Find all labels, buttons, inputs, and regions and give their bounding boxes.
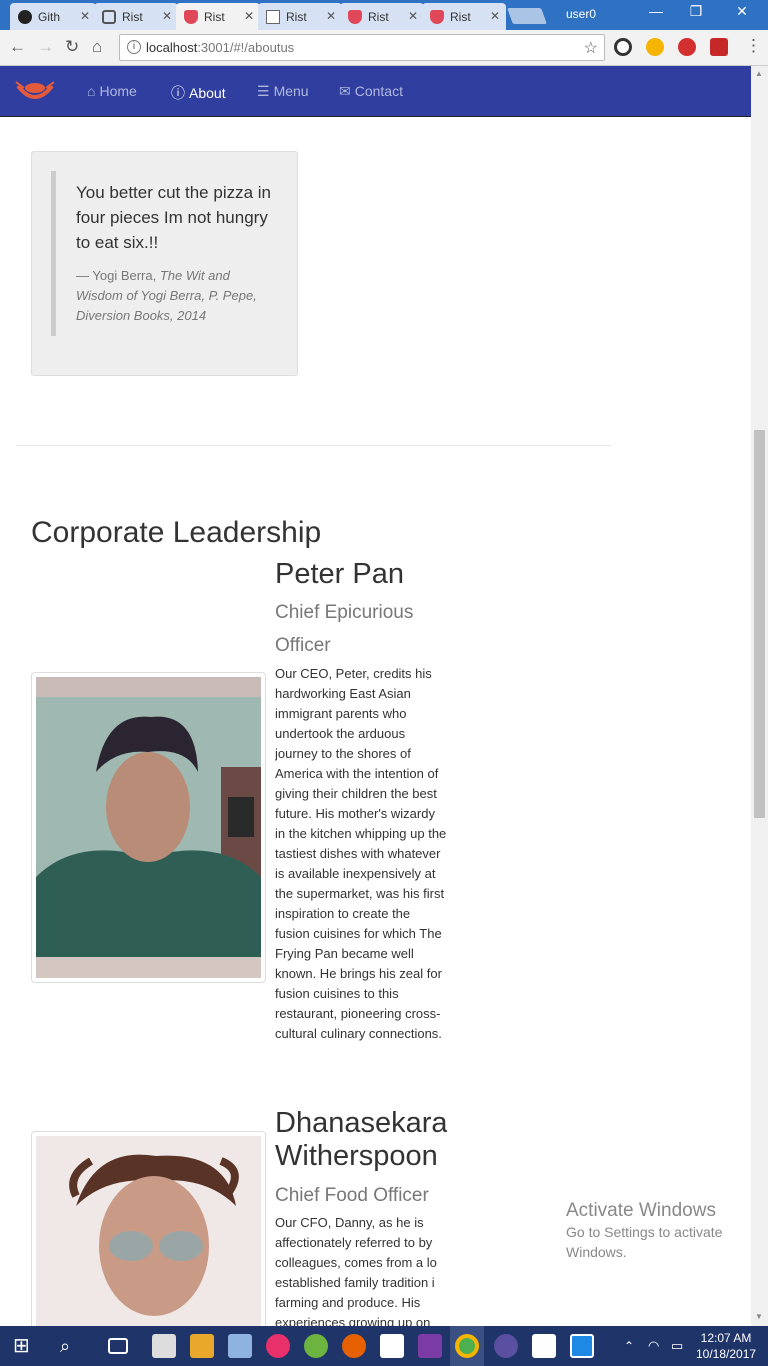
visual-studio-icon[interactable] <box>418 1334 442 1358</box>
envelope-icon: ✉ <box>339 83 351 99</box>
quote-card: You better cut the pizza in four pieces … <box>31 151 298 376</box>
leader-photo <box>31 672 266 983</box>
tab-ristorante-active[interactable]: Rist ✕ <box>176 3 260 30</box>
windows-start-icon[interactable]: ⊞ <box>13 1334 37 1358</box>
system-clock[interactable]: 12:07 AM 10/18/2017 <box>696 1330 756 1362</box>
restaurant-logo[interactable] <box>14 78 56 106</box>
minimize-icon[interactable]: — <box>636 3 676 19</box>
nav-contact[interactable]: ✉ Contact <box>339 83 403 100</box>
tab-ristorante-1[interactable]: Rist ✕ <box>94 3 178 30</box>
leader-bio: Our CFO, Danny, as he is affectionately … <box>275 1215 437 1326</box>
extension-icon[interactable] <box>614 38 632 56</box>
home-icon[interactable]: ⌂ <box>92 37 102 57</box>
ristorante-icon <box>184 9 198 24</box>
page-scrollbar[interactable]: ▲ ▼ <box>751 66 768 1326</box>
bookmark-star-icon[interactable]: ☆ <box>584 38 598 58</box>
portrait-image <box>36 1136 261 1326</box>
close-icon[interactable]: ✕ <box>80 9 90 23</box>
leader-name: Peter Pan <box>275 558 404 590</box>
leader-name: Dhanasekara Witherspoon <box>275 1107 447 1172</box>
close-icon[interactable]: ✕ <box>490 9 500 23</box>
site-navbar: ⌂ Home ⓘ About ☰ Menu ✉ Contact <box>0 66 751 117</box>
info-icon[interactable]: i <box>127 40 141 54</box>
nav-home[interactable]: ⌂ Home <box>87 83 137 99</box>
cors-extension-icon[interactable] <box>710 38 728 56</box>
info-circle-icon: ⓘ <box>171 85 185 101</box>
kebab-menu-icon[interactable]: ⋮ <box>745 36 762 56</box>
tab-ristorante-4[interactable]: Rist ✕ <box>340 3 424 30</box>
url-host: localhost <box>146 40 198 55</box>
scroll-down-icon[interactable]: ▼ <box>755 1312 763 1321</box>
tab-ristorante-doc[interactable]: Rist ✕ <box>258 3 342 30</box>
blockquote-border <box>51 171 56 336</box>
portrait-image <box>36 677 261 978</box>
document-icon <box>266 9 280 24</box>
cube-app-icon[interactable] <box>228 1334 252 1358</box>
opera-extension-icon[interactable] <box>678 38 696 56</box>
editor-app-icon[interactable] <box>380 1334 404 1358</box>
ristorante-icon <box>430 9 444 24</box>
close-icon[interactable]: ✕ <box>326 9 336 23</box>
search-icon[interactable]: ⌕ <box>60 1334 84 1358</box>
close-icon[interactable]: ✕ <box>162 9 172 23</box>
restore-icon[interactable]: ❐ <box>676 3 716 20</box>
close-icon[interactable]: ✕ <box>244 9 254 23</box>
browser-tab-bar: Gith ✕ Rist ✕ Rist ✕ Rist ✕ Rist ✕ Rist … <box>0 0 768 30</box>
reload-icon[interactable]: ↻ <box>65 37 79 57</box>
tab-ristorante-5[interactable]: Rist ✕ <box>422 3 506 30</box>
wifi-icon[interactable]: ◠ <box>648 1334 672 1358</box>
quote-text: You better cut the pizza in four pieces … <box>76 183 272 252</box>
snip-app-icon[interactable] <box>532 1334 556 1358</box>
camera-app-icon[interactable] <box>152 1334 176 1358</box>
close-icon[interactable]: ✕ <box>408 9 418 23</box>
flickr-app-icon[interactable] <box>266 1334 290 1358</box>
chevron-up-icon[interactable]: ⌃ <box>624 1334 648 1358</box>
divider <box>16 445 611 446</box>
back-icon[interactable]: ← <box>9 37 26 57</box>
window-app-icon[interactable] <box>570 1334 594 1358</box>
emoji-extension-icon[interactable] <box>646 38 664 56</box>
section-heading: Corporate Leadership <box>31 516 322 549</box>
page-content: You better cut the pizza in four pieces … <box>0 117 751 1326</box>
url-path: :3001/#!/aboutus <box>197 40 295 55</box>
firefox-icon[interactable] <box>342 1334 366 1358</box>
github-icon <box>18 9 32 24</box>
task-view-icon[interactable] <box>108 1338 128 1354</box>
user-profile[interactable]: user0 <box>566 7 596 21</box>
home-icon: ⌂ <box>87 83 96 99</box>
leader-bio: Our CEO, Peter, credits his hardworking … <box>275 666 447 1041</box>
angular-icon <box>102 9 116 24</box>
forward-icon[interactable]: → <box>37 37 54 57</box>
list-icon: ☰ <box>257 83 270 99</box>
scroll-up-icon[interactable]: ▲ <box>755 69 763 78</box>
url-bar[interactable]: i localhost:3001/#!/aboutus ☆ <box>119 34 605 61</box>
battery-icon[interactable]: ▭ <box>671 1334 695 1358</box>
tab-github[interactable]: Gith ✕ <box>10 3 96 30</box>
leader-photo <box>31 1131 266 1326</box>
leader-role: Chief Epicurious Officer <box>275 602 414 656</box>
android-studio-icon[interactable] <box>304 1334 328 1358</box>
window-close-icon[interactable]: ✕ <box>722 3 762 20</box>
colorful-app-icon[interactable] <box>190 1334 214 1358</box>
chrome-icon[interactable] <box>455 1334 479 1358</box>
circle-app-icon[interactable] <box>494 1334 518 1358</box>
ristorante-icon <box>348 9 362 24</box>
new-tab-button[interactable] <box>507 8 547 24</box>
scrollbar-thumb[interactable] <box>754 430 765 818</box>
windows-taskbar: ⊞ ⌕ ⌃ ◠ ▭ 12:07 AM 10/18/2017 <box>0 1326 768 1366</box>
nav-about[interactable]: ⓘ About <box>171 83 226 103</box>
leader-role: Chief Food Officer <box>275 1185 429 1206</box>
quote-footer: — Yogi Berra, The Wit and Wisdom of Yogi… <box>76 268 257 323</box>
nav-menu[interactable]: ☰ Menu <box>257 83 309 100</box>
activate-windows-watermark: Activate Windows Go to Settings to activ… <box>566 1200 723 1260</box>
address-toolbar: ← → ↻ ⌂ i localhost:3001/#!/aboutus ☆ ⋮ <box>0 30 768 66</box>
